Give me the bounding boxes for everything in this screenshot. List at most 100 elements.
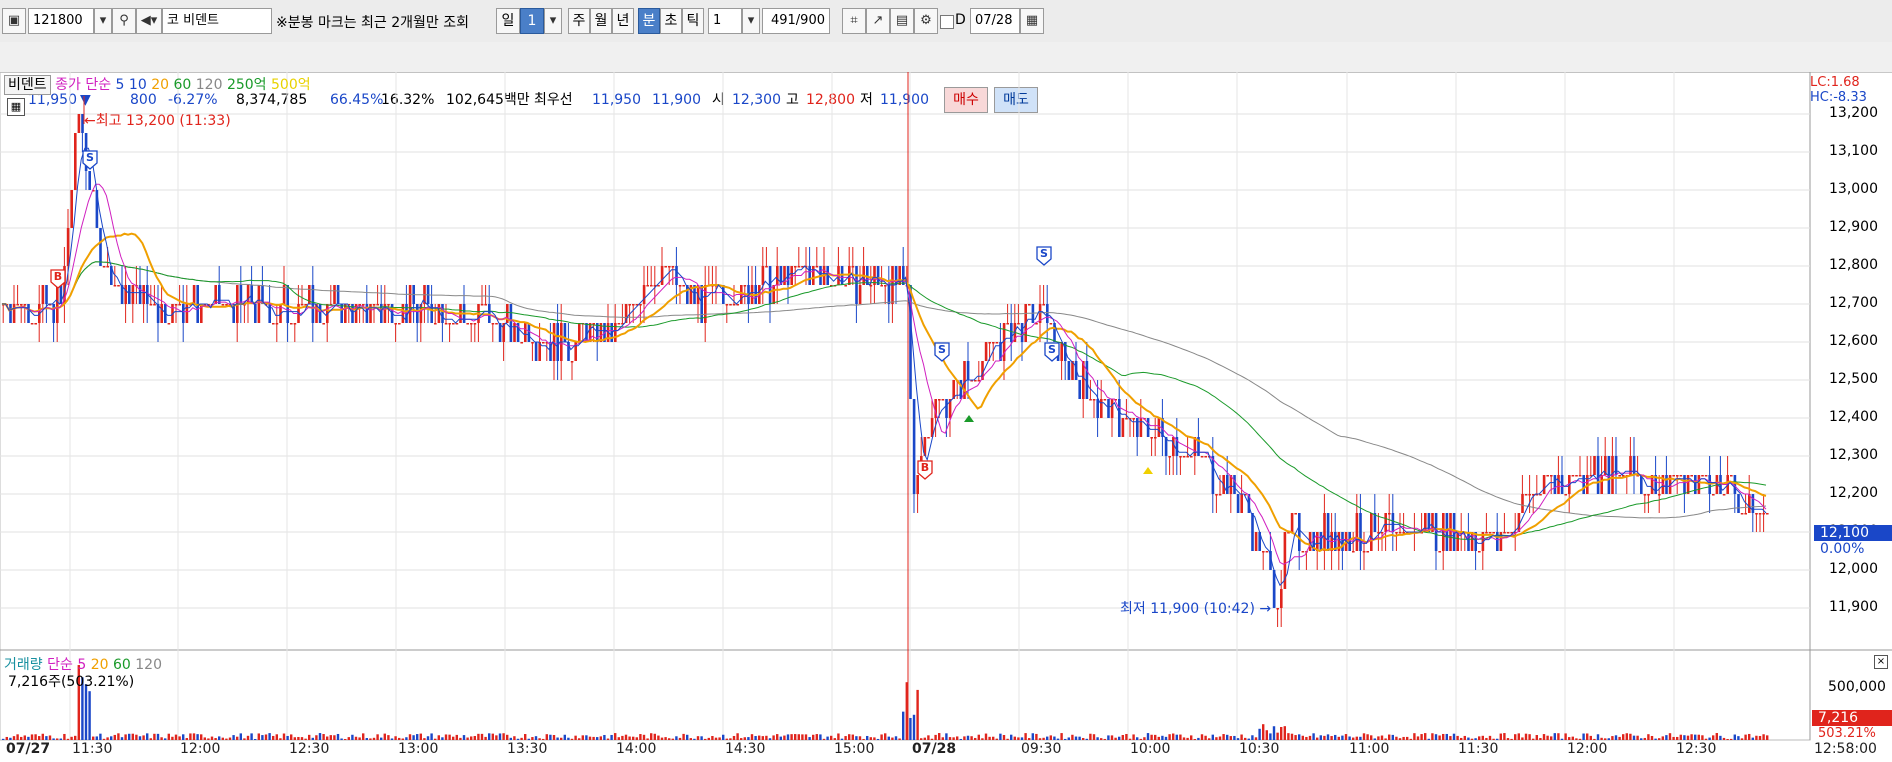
volume-bar	[41, 733, 44, 740]
candle-body	[336, 285, 340, 304]
candle-body	[1020, 323, 1024, 342]
candle-body	[322, 323, 325, 325]
volume-bar	[66, 738, 70, 740]
table-icon[interactable]: ▦	[7, 98, 25, 116]
time-tick: 13:00	[398, 741, 439, 757]
volume-bar	[38, 736, 41, 740]
speaker-icon[interactable]: ◀▾	[136, 8, 162, 34]
volume-bar	[128, 733, 131, 740]
volume-bar	[1672, 736, 1675, 740]
volume-bar	[304, 738, 307, 740]
candle-body	[1200, 456, 1204, 458]
period-minute-button[interactable]: 분	[638, 8, 660, 34]
gear-icon[interactable]: ⚙	[914, 8, 938, 34]
candle-body	[527, 323, 531, 342]
close-icon[interactable]: ×	[1874, 655, 1888, 669]
volume-bar	[27, 736, 30, 740]
price-tick: 12,900	[1829, 219, 1878, 235]
volume-bar	[869, 737, 872, 740]
volume-bar	[855, 736, 858, 740]
volume-bar	[1434, 734, 1438, 740]
candle-body	[408, 285, 412, 323]
candle-body	[1722, 494, 1726, 496]
date-checkbox[interactable]	[940, 15, 954, 29]
candle-body	[1596, 456, 1600, 494]
candle-body	[1643, 494, 1647, 496]
trend-tool-icon[interactable]: ↗	[866, 8, 890, 34]
candle-body	[642, 285, 646, 304]
candle-body	[1359, 513, 1362, 551]
volume-bar	[74, 735, 77, 740]
candle-body	[1042, 304, 1045, 306]
candle-body	[1740, 513, 1744, 515]
volume-bar	[1708, 737, 1711, 740]
period-second-button[interactable]: 초	[660, 8, 682, 34]
volume-bar	[1470, 738, 1474, 740]
volume-bar	[300, 737, 304, 740]
candle-body	[1632, 456, 1636, 475]
candle-body	[556, 323, 559, 361]
volume-bar	[581, 735, 584, 740]
volume-bar	[693, 738, 696, 740]
volume-bar	[84, 684, 88, 740]
period-day-count[interactable]: 1	[520, 8, 544, 34]
chevron-down-icon[interactable]: ▾	[544, 8, 562, 34]
volume-bar	[63, 733, 66, 740]
volume-bar	[1398, 738, 1402, 740]
count-field[interactable]: 491/900	[762, 8, 830, 34]
volume-bar	[358, 737, 361, 740]
volume-bar	[1064, 738, 1067, 740]
volume-bar	[862, 738, 865, 740]
volume-bar	[549, 734, 552, 740]
save-icon[interactable]: ▤	[890, 8, 914, 34]
candle-body	[1470, 532, 1474, 551]
volume-bar	[1164, 736, 1168, 740]
volume-bar	[621, 735, 624, 740]
volume-bar	[513, 736, 516, 740]
chevron-down-icon[interactable]: ▾	[94, 8, 112, 34]
period-month-button[interactable]: 월	[590, 8, 612, 34]
add-indicator-icon[interactable]: ⌗	[842, 8, 866, 34]
period-day-button[interactable]: 일	[496, 8, 520, 34]
candle-body	[794, 266, 797, 268]
volume-bar	[362, 733, 365, 740]
candle-body	[272, 323, 275, 325]
volume-bar	[1186, 737, 1189, 740]
volume-bar	[1449, 736, 1452, 740]
volume-bar	[1074, 736, 1078, 740]
chart-area[interactable]: S B S S S B	[0, 72, 1892, 762]
volume-bar	[1247, 738, 1250, 740]
candle-body	[239, 285, 243, 304]
volume-bar	[999, 733, 1002, 740]
date-input[interactable]: 07/28	[970, 8, 1020, 34]
volume-bar	[491, 733, 494, 740]
candle-body	[466, 323, 469, 325]
candle-body	[1485, 532, 1488, 534]
volume-bar	[1456, 735, 1459, 740]
calendar-icon[interactable]: ▦	[1020, 8, 1044, 34]
candle-body	[1006, 323, 1009, 325]
volume-bar	[1582, 733, 1585, 740]
stock-name-field[interactable]: 코 비덴트	[162, 8, 272, 34]
candle-body	[1737, 494, 1740, 513]
window-icon[interactable]: ▣	[2, 8, 26, 34]
stock-name: 비덴트	[183, 13, 219, 28]
candle-body	[761, 266, 765, 285]
candle-body	[1730, 475, 1733, 477]
chevron-down-icon[interactable]: ▾	[742, 8, 760, 34]
legend-name[interactable]: 비덴트	[4, 75, 51, 95]
stock-code-input[interactable]: 121800	[28, 8, 94, 34]
candle-body	[927, 437, 930, 439]
volume-bar	[984, 733, 988, 740]
period-year-button[interactable]: 년	[612, 8, 634, 34]
period-tick-button[interactable]: 틱	[682, 8, 704, 34]
volume-bar	[452, 736, 455, 740]
candle-body	[772, 285, 775, 304]
period-week-button[interactable]: 주	[568, 8, 590, 34]
volume-bar	[639, 734, 642, 740]
current-pct-label: 0.00%	[1820, 541, 1865, 557]
current-price-label: 12,100	[1814, 525, 1892, 541]
interval-input[interactable]: 1	[708, 8, 742, 34]
search-icon[interactable]: ⚲	[112, 8, 136, 34]
volume-bar	[56, 738, 59, 740]
